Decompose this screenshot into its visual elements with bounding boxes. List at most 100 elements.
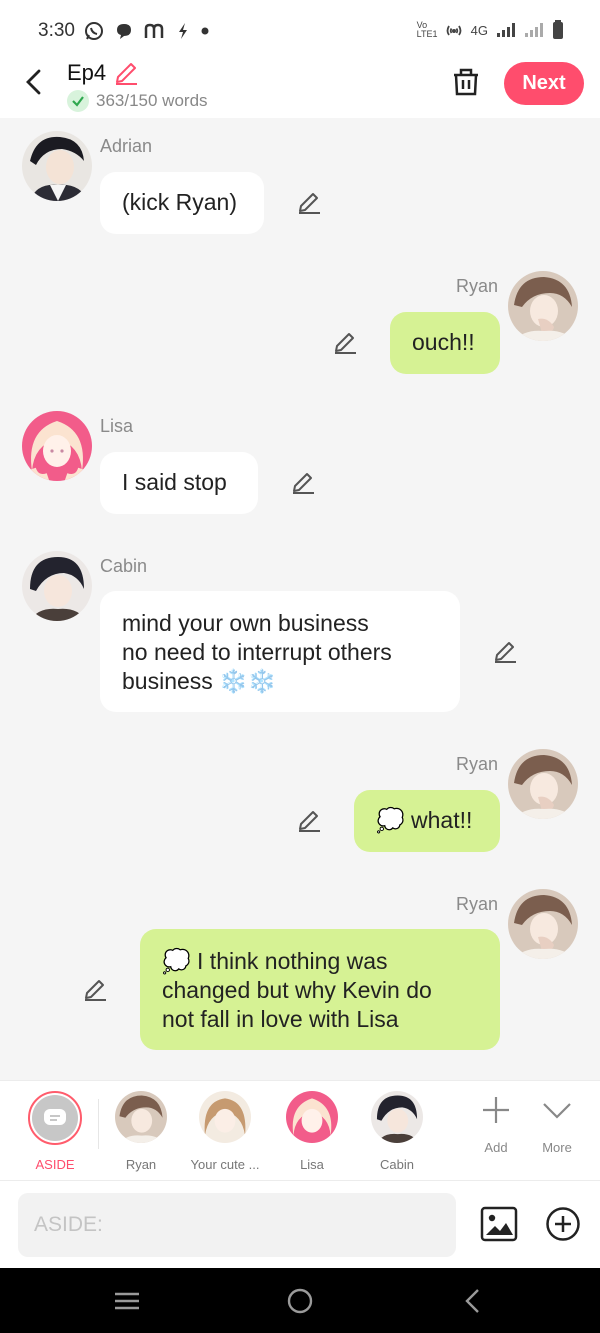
chat-area[interactable]: Adrian (kick Ryan) Ryan ouch!! Lisa I sa… bbox=[0, 118, 600, 1080]
message-text: (kick Ryan) bbox=[122, 189, 238, 215]
dot-icon bbox=[201, 27, 209, 35]
character-aside[interactable]: ASIDE bbox=[10, 1091, 100, 1172]
word-count: 363/150 words bbox=[67, 90, 208, 112]
edit-message-button[interactable] bbox=[82, 977, 108, 1003]
avatar-ryan[interactable] bbox=[508, 889, 578, 959]
network-label: 4G bbox=[470, 22, 488, 38]
message-bubble[interactable]: mind your own business no need to interr… bbox=[100, 591, 460, 712]
more-button[interactable]: More bbox=[527, 1093, 587, 1155]
system-nav-bar bbox=[0, 1268, 600, 1333]
check-icon bbox=[67, 90, 89, 112]
character-label: ASIDE bbox=[35, 1157, 75, 1172]
recents-button[interactable] bbox=[112, 1286, 142, 1316]
avatar bbox=[199, 1091, 251, 1143]
chevron-left-icon bbox=[465, 1289, 479, 1313]
menu-icon bbox=[115, 1292, 139, 1310]
status-left-icons bbox=[84, 21, 210, 41]
next-button[interactable]: Next bbox=[504, 62, 584, 105]
chevron-left-icon bbox=[26, 69, 41, 95]
character-your-cute[interactable]: Your cute ... bbox=[180, 1091, 270, 1172]
character-label: Ryan bbox=[125, 1157, 157, 1172]
message-input[interactable] bbox=[18, 1193, 456, 1257]
message-text-line: no need to interrupt others bbox=[122, 639, 392, 665]
episode-title: Ep4 bbox=[67, 60, 107, 85]
aside-avatar bbox=[28, 1091, 82, 1145]
circle-icon bbox=[287, 1288, 313, 1314]
add-content-button[interactable] bbox=[544, 1205, 582, 1243]
avatar-adrian[interactable] bbox=[22, 131, 92, 201]
pencil-icon bbox=[495, 642, 516, 663]
insert-image-button[interactable] bbox=[480, 1205, 518, 1243]
message-bubble[interactable]: I said stop bbox=[100, 452, 258, 514]
message-text-line: mind your own business bbox=[122, 610, 369, 636]
more-label: More bbox=[542, 1140, 572, 1155]
trash-icon bbox=[454, 68, 478, 96]
speaker-name: Cabin bbox=[100, 556, 148, 576]
home-button[interactable] bbox=[285, 1286, 315, 1316]
message-text: 💭 what!! bbox=[376, 807, 473, 833]
speaker-name: Lisa bbox=[100, 416, 134, 436]
status-right-icons: Vo LTE1 4G bbox=[417, 20, 564, 40]
pencil-icon bbox=[335, 333, 356, 354]
avatar-lisa[interactable] bbox=[22, 411, 92, 481]
delete-button[interactable] bbox=[450, 66, 482, 98]
episode-header: Ep4 363/150 words Next bbox=[0, 60, 600, 118]
avatar-ryan[interactable] bbox=[508, 271, 578, 341]
aside-chat-icon bbox=[44, 1109, 66, 1125]
edit-message-button[interactable] bbox=[492, 639, 518, 665]
avatar bbox=[286, 1091, 338, 1143]
message-text-line: not fall in love with Lisa bbox=[162, 1006, 399, 1032]
back-button[interactable] bbox=[18, 66, 50, 98]
message-text-line: business ❄️❄️ bbox=[122, 668, 277, 694]
chat-bubble-icon bbox=[117, 24, 131, 39]
avatar bbox=[115, 1091, 167, 1143]
status-bar: 3:30 Vo LTE1 4G bbox=[0, 0, 600, 60]
character-label: Cabin bbox=[380, 1157, 414, 1172]
character-picker: ASIDE Ryan Your cute ... Lisa Cabin Add … bbox=[0, 1080, 600, 1180]
message-text: ouch!! bbox=[412, 329, 475, 355]
message-text: I said stop bbox=[122, 469, 227, 495]
message-bubble[interactable]: 💭 I think nothing was changed but why Ke… bbox=[140, 929, 500, 1050]
pencil-icon bbox=[299, 193, 320, 214]
message-text-line: changed but why Kevin do bbox=[162, 977, 432, 1003]
image-icon bbox=[480, 1206, 518, 1242]
compose-bar bbox=[0, 1180, 600, 1268]
message-bubble[interactable]: 💭 what!! bbox=[354, 790, 500, 852]
m-icon bbox=[144, 23, 164, 38]
edit-message-button[interactable] bbox=[332, 330, 358, 356]
edit-message-button[interactable] bbox=[296, 808, 322, 834]
bolt-icon bbox=[179, 23, 187, 39]
speaker-name: Ryan bbox=[456, 276, 499, 296]
add-character-button[interactable]: Add bbox=[466, 1093, 526, 1155]
pencil-icon bbox=[293, 473, 314, 494]
system-back-button[interactable] bbox=[458, 1286, 488, 1316]
character-lisa[interactable]: Lisa bbox=[267, 1091, 357, 1172]
signal-2-icon bbox=[525, 23, 543, 37]
hotspot-icon bbox=[446, 25, 462, 36]
speaker-name: Ryan bbox=[456, 754, 499, 774]
character-label: Your cute ... bbox=[190, 1157, 260, 1172]
avatar bbox=[371, 1091, 423, 1143]
speaker-name: Ryan bbox=[456, 894, 499, 914]
character-ryan[interactable]: Ryan bbox=[96, 1091, 186, 1172]
character-cabin[interactable]: Cabin bbox=[352, 1091, 442, 1172]
battery-icon bbox=[553, 20, 563, 39]
avatar-ryan[interactable] bbox=[508, 749, 578, 819]
message-text-line: 💭 I think nothing was bbox=[162, 948, 388, 974]
edit-title-button[interactable] bbox=[113, 60, 139, 86]
character-label: Lisa bbox=[300, 1157, 324, 1172]
edit-message-button[interactable] bbox=[290, 470, 316, 496]
signal-icon bbox=[497, 23, 515, 37]
volte-label: Vo LTE1 bbox=[416, 20, 438, 39]
edit-message-button[interactable] bbox=[296, 190, 322, 216]
plus-circle-icon bbox=[546, 1207, 580, 1241]
avatar-cabin[interactable] bbox=[22, 551, 92, 621]
whatsapp-icon bbox=[85, 22, 103, 40]
word-count-label: 363/150 words bbox=[96, 91, 208, 110]
plus-icon bbox=[483, 1097, 509, 1123]
pencil-icon bbox=[85, 980, 106, 1001]
status-time: 3:30 bbox=[38, 20, 75, 41]
add-label: Add bbox=[484, 1140, 508, 1155]
message-bubble[interactable]: ouch!! bbox=[390, 312, 500, 374]
message-bubble[interactable]: (kick Ryan) bbox=[100, 172, 264, 234]
